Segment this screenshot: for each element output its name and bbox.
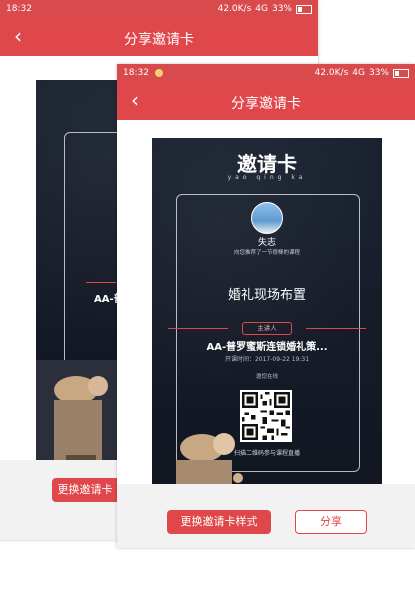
avatar xyxy=(251,202,283,234)
title-bar: ‹ 分享邀请卡 xyxy=(117,82,415,120)
battery-icon xyxy=(393,68,409,78)
status-bar: 18:32 42.0K/s 4G 33% xyxy=(117,64,415,82)
network-speed: 42.0K/s xyxy=(314,68,349,78)
course-title: 婚礼现场布置 xyxy=(227,288,306,303)
status-right: 42.0K/s 4G 33% xyxy=(218,4,312,14)
change-card-style-button[interactable]: 更换邀请卡样式 xyxy=(167,510,271,534)
signal-label: 4G xyxy=(352,68,365,78)
status-time: 18:32 xyxy=(123,68,149,78)
notification-icon xyxy=(155,69,163,77)
divider-line-left xyxy=(168,328,228,329)
change-card-button[interactable]: 更换邀请卡 xyxy=(52,478,118,502)
title-bar: ‹ 分享邀请卡 xyxy=(0,18,318,56)
start-time: 开课时间：2017-09-22 19:31 xyxy=(224,356,310,363)
front-screenshot: 18:32 42.0K/s 4G 33% ‹ 分享邀请卡 邀请卡 yao qin… xyxy=(117,64,415,548)
card-pinyin: yao qing ka xyxy=(227,174,307,181)
page-title: 分享邀请卡 xyxy=(231,96,301,112)
battery-icon xyxy=(296,4,312,14)
status-bar: 18:32 42.0K/s 4G 33% xyxy=(0,0,318,18)
status-time: 18:32 xyxy=(6,4,32,14)
invite-card: 邀请卡 yao qing ka 失志 向您推荐了一节很棒的课程 婚礼现场布置 主… xyxy=(152,138,382,538)
card-heading: 邀请卡 xyxy=(237,152,297,176)
signal-label: 4G xyxy=(255,4,268,14)
lecturer-name: AA-普罗蜜斯连锁婚礼策... xyxy=(206,342,328,353)
network-speed: 42.0K/s xyxy=(217,4,252,14)
user-name: 失志 xyxy=(257,238,276,248)
invite-note: 邀您在线 xyxy=(255,374,278,380)
share-button[interactable]: 分享 xyxy=(295,510,367,534)
recommend-text: 向您推荐了一节很棒的课程 xyxy=(233,250,300,256)
divider-line-right xyxy=(306,328,366,329)
status-right: 42.0K/s 4G 33% xyxy=(315,68,409,78)
battery-percent: 33% xyxy=(271,4,292,14)
lecturer-badge: 主讲人 xyxy=(242,322,292,335)
page-title: 分享邀请卡 xyxy=(124,32,194,48)
battery-percent: 33% xyxy=(368,68,389,78)
divider-line xyxy=(86,282,116,283)
